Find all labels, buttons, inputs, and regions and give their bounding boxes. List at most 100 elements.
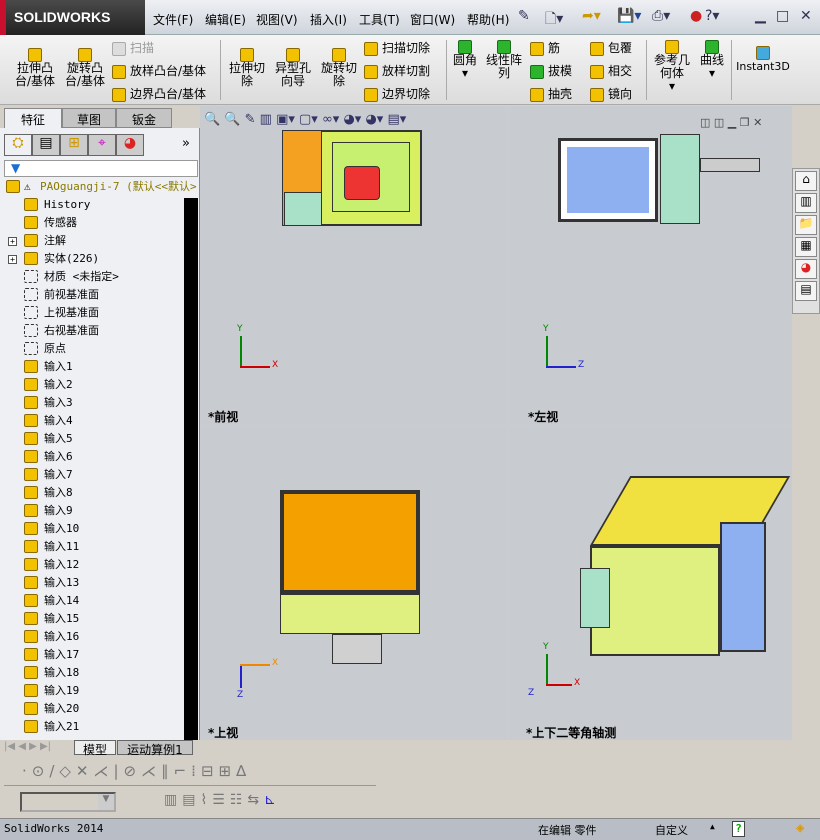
viewport-front[interactable]: *前视 Y X — [200, 106, 507, 424]
tree-item[interactable]: 输入7 — [4, 466, 184, 484]
expand-tabs-icon[interactable]: » — [182, 136, 190, 151]
wrap-button[interactable]: 包覆 — [590, 39, 632, 56]
tree-item[interactable]: History — [4, 196, 184, 214]
tree-item[interactable]: 传感器 — [4, 214, 184, 232]
appearances-icon[interactable]: ◕ — [795, 259, 817, 279]
tree-item[interactable]: + 实体(226) — [4, 250, 184, 268]
tree-item[interactable]: 输入16 — [4, 628, 184, 646]
tree-item[interactable]: 输入15 — [4, 610, 184, 628]
tree-item[interactable]: 输入12 — [4, 556, 184, 574]
menu-view[interactable]: 视图(V) — [256, 11, 298, 28]
tree-item[interactable]: 右视基准面 — [4, 322, 184, 340]
open-file-icon[interactable]: ➦▾ — [582, 8, 601, 24]
display-manager-tab[interactable]: ◕ — [116, 134, 144, 156]
sweep-button[interactable]: 扫描 — [112, 39, 154, 56]
hole-wizard-button[interactable]: 异型孔向导 — [272, 48, 314, 88]
file-explorer-icon[interactable]: 📁 — [795, 215, 817, 235]
custom-properties-icon[interactable]: ▤ — [795, 281, 817, 301]
boundary-boss-button[interactable]: 边界凸台/基体 — [112, 85, 206, 102]
tree-item[interactable]: 输入17 — [4, 646, 184, 664]
extrude-boss-button[interactable]: 拉伸凸台/基体 — [12, 48, 58, 88]
tab-features[interactable]: 特征 — [4, 108, 62, 128]
tree-scrollbar[interactable] — [184, 198, 198, 740]
menu-window[interactable]: 窗口(W) — [410, 11, 455, 28]
tree-item[interactable]: 输入9 — [4, 502, 184, 520]
tab-scroll-buttons[interactable]: |◀ ◀ ▶ ▶| — [4, 741, 51, 752]
maximize-button[interactable]: □ — [776, 8, 789, 24]
tree-item[interactable]: 输入3 — [4, 394, 184, 412]
units-selector[interactable]: 自定义 — [655, 822, 688, 838]
viewport-left[interactable]: *左视 Y Z ◫ ◫ ▁ ❐ ✕ — [510, 106, 792, 424]
tree-item[interactable]: 原点 — [4, 340, 184, 358]
tree-item[interactable]: 上视基准面 — [4, 304, 184, 322]
tree-item[interactable]: 输入8 — [4, 484, 184, 502]
menu-edit[interactable]: 编辑(E) — [205, 11, 246, 28]
graphics-area[interactable]: *前视 Y X *左视 Y Z ◫ ◫ ▁ ❐ ✕ *上视 Z X *上下二等角… — [200, 106, 792, 740]
save-icon[interactable]: 💾▾ — [617, 8, 641, 24]
minimize-button[interactable]: ▁ — [755, 8, 766, 24]
loft-button[interactable]: 放样凸台/基体 — [112, 62, 206, 79]
curves-button[interactable]: 曲线 ▾ — [698, 40, 726, 80]
fillet-button[interactable]: 圆角 ▾ — [452, 40, 478, 80]
filter-input[interactable]: ▼ — [4, 160, 198, 177]
home-icon[interactable]: ⌂ — [795, 171, 817, 191]
rebuild-icon[interactable]: ● — [690, 8, 702, 24]
layer-tools[interactable]: ▥▤⌇☰☷⇆⊾ — [164, 792, 281, 808]
revolve-boss-button[interactable]: 旋转凸台/基体 — [62, 48, 108, 88]
tree-item[interactable]: 输入2 — [4, 376, 184, 394]
loft-cut-button[interactable]: 放样切割 — [364, 62, 430, 79]
tree-item[interactable]: 材质 <未指定> — [4, 268, 184, 286]
units-up-icon[interactable]: ▲ — [710, 822, 715, 831]
tree-item[interactable]: 输入5 — [4, 430, 184, 448]
view-palette-icon[interactable]: ▦ — [795, 237, 817, 257]
new-file-icon[interactable]: 🗋▾ — [545, 8, 563, 32]
menu-help[interactable]: 帮助(H) — [467, 11, 509, 28]
revolve-cut-button[interactable]: 旋转切除 — [318, 48, 360, 88]
print-icon[interactable]: ⎙▾ — [652, 8, 670, 24]
viewport-top[interactable]: *上视 Z X — [200, 428, 507, 740]
tree-item[interactable]: 输入6 — [4, 448, 184, 466]
expand-icon[interactable]: + — [8, 255, 17, 264]
sweep-cut-button[interactable]: 扫描切除 — [364, 39, 430, 56]
viewport-isometric[interactable]: *上下二等角轴测 Y X Z — [510, 428, 792, 740]
help-icon[interactable]: ? — [732, 821, 745, 837]
tree-item[interactable]: 前视基准面 — [4, 286, 184, 304]
rib-button[interactable]: 筋 — [530, 39, 560, 56]
menu-file[interactable]: 文件(F) — [153, 11, 193, 28]
linear-pattern-button[interactable]: 线性阵列 — [484, 40, 524, 80]
viewport-window-controls[interactable]: ◫ ◫ ▁ ❐ ✕ — [700, 116, 762, 129]
help-icon[interactable]: ?▾ — [705, 8, 719, 24]
tree-item[interactable]: 输入19 — [4, 682, 184, 700]
menu-tools[interactable]: 工具(T) — [359, 11, 400, 28]
boundary-cut-button[interactable]: 边界切除 — [364, 85, 430, 102]
tab-model[interactable]: 模型 — [74, 740, 116, 757]
instant3d-button[interactable]: Instant3D — [735, 46, 791, 73]
property-manager-tab[interactable]: ▤ — [32, 134, 60, 156]
tree-item[interactable]: 输入14 — [4, 592, 184, 610]
intersect-button[interactable]: 相交 — [590, 62, 632, 79]
tag-icon[interactable]: ◈ — [796, 820, 804, 836]
mirror-button[interactable]: 镜向 — [590, 85, 632, 102]
extrude-cut-button[interactable]: 拉伸切除 — [225, 48, 269, 88]
reference-geometry-button[interactable]: 参考几何体 ▾ — [652, 40, 692, 93]
draft-button[interactable]: 拔模 — [530, 62, 572, 79]
pin-icon[interactable]: ✎ — [518, 8, 530, 24]
tree-item[interactable]: 输入13 — [4, 574, 184, 592]
tree-item[interactable]: 输入18 — [4, 664, 184, 682]
expand-icon[interactable]: + — [8, 237, 17, 246]
heads-up-view-toolbar[interactable]: 🔍 🔍 ✎ ▥ ▣▾ ▢▾ ∞▾ ◕▾ ◕▾ ▤▾ — [204, 112, 406, 127]
tree-item[interactable]: 输入10 — [4, 520, 184, 538]
shell-button[interactable]: 抽壳 — [530, 85, 572, 102]
tree-item[interactable]: 输入11 — [4, 538, 184, 556]
menu-insert[interactable]: 插入(I) — [310, 11, 347, 28]
tree-item[interactable]: 输入4 — [4, 412, 184, 430]
tree-item[interactable]: 输入1 — [4, 358, 184, 376]
tree-item[interactable]: 输入21 — [4, 718, 184, 736]
tab-motion-study[interactable]: 运动算例1 — [117, 740, 193, 757]
tree-item[interactable]: 输入20 — [4, 700, 184, 718]
sketch-relations-toolbar[interactable]: ·⊙/◇✕⋌|⊘⋌∥⌐⁞⊟⊞∆ — [4, 756, 376, 786]
tab-sketch[interactable]: 草图 — [62, 108, 116, 128]
dimxpert-tab[interactable]: ⌖ — [88, 134, 116, 156]
layer-select[interactable]: ▼ — [20, 792, 116, 812]
feature-manager-tab[interactable]: ⛭ — [4, 134, 32, 156]
